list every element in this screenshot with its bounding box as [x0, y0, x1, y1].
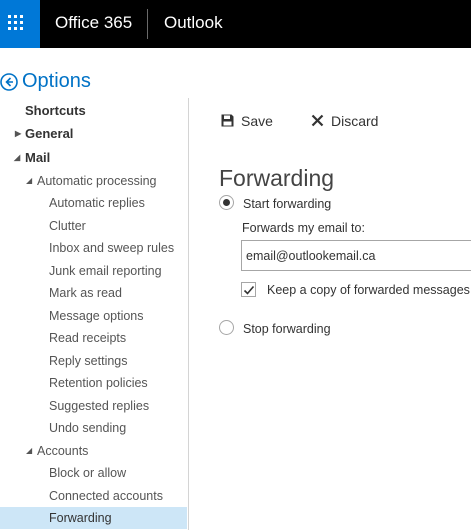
nav-item-label: Retention policies	[49, 376, 148, 390]
app-launcher-button[interactable]	[0, 0, 40, 48]
nav-item-label: Reply settings	[49, 354, 128, 368]
floppy-disk-icon	[221, 114, 234, 127]
nav-item-shortcuts[interactable]: Shortcuts	[0, 100, 187, 122]
nav-item-label: Accounts	[37, 444, 89, 458]
nav-item-label: Junk email reporting	[49, 264, 162, 278]
nav-item-label: Forwarding	[49, 511, 112, 525]
app-name[interactable]: Outlook	[164, 12, 223, 34]
nav-item-mail[interactable]: ◢ Mail	[0, 147, 187, 169]
back-button[interactable]	[0, 73, 18, 91]
nav-item-read-receipts[interactable]: Read receipts	[0, 327, 187, 349]
back-arrow-icon	[0, 73, 18, 91]
nav-item-label: Automatic processing	[37, 174, 157, 188]
forward-to-label: Forwards my email to:	[242, 221, 365, 235]
nav-item-label: Connected accounts	[49, 489, 163, 503]
nav-item-label: Message options	[49, 309, 144, 323]
nav-item-label: Clutter	[49, 219, 86, 233]
start-forwarding-radio[interactable]	[219, 195, 234, 210]
nav-item-retention-policies[interactable]: Retention policies	[0, 372, 187, 394]
nav-item-label: Suggested replies	[49, 399, 150, 413]
page-title: Forwarding	[219, 165, 335, 192]
nav-item-inbox-and-sweep-rules[interactable]: Inbox and sweep rules	[0, 237, 187, 259]
checkmark-icon	[243, 285, 255, 295]
nav-item-label: Mark as read	[49, 286, 122, 300]
nav-item-general[interactable]: ▶ General	[0, 123, 187, 145]
nav-item-mark-as-read[interactable]: Mark as read	[0, 282, 187, 304]
nav-item-undo-sending[interactable]: Undo sending	[0, 417, 187, 439]
nav-item-label: Block or allow	[49, 466, 127, 480]
header-divider	[147, 9, 148, 39]
caret-down-icon: ◢	[26, 176, 33, 185]
nav-item-connected-accounts[interactable]: Connected accounts	[0, 485, 187, 507]
options-nav: Shortcuts ▶ General ◢ Mail ◢ Automatic p…	[0, 100, 188, 530]
close-icon	[311, 114, 324, 127]
keep-copy-label[interactable]: Keep a copy of forwarded messages	[267, 282, 470, 298]
stop-forwarding-label[interactable]: Stop forwarding	[243, 321, 331, 337]
caret-down-icon: ◢	[14, 153, 21, 162]
nav-item-junk-email-reporting[interactable]: Junk email reporting	[0, 260, 187, 282]
nav-item-block-or-allow[interactable]: Block or allow	[0, 462, 187, 484]
discard-button[interactable]: Discard	[311, 110, 391, 132]
nav-item-label: Inbox and sweep rules	[49, 241, 175, 255]
nav-item-reply-settings[interactable]: Reply settings	[0, 350, 187, 372]
save-button[interactable]: Save	[221, 110, 281, 132]
nav-item-automatic-processing[interactable]: ◢ Automatic processing	[0, 170, 187, 192]
nav-item-message-options[interactable]: Message options	[0, 305, 187, 327]
caret-down-icon: ◢	[26, 446, 33, 455]
nav-item-suggested-replies[interactable]: Suggested replies	[0, 395, 187, 417]
nav-item-label: Automatic replies	[49, 196, 145, 210]
nav-item-label: General	[25, 126, 74, 141]
stop-forwarding-radio[interactable]	[219, 320, 234, 335]
nav-item-label: Mail	[25, 150, 51, 165]
radio-selected-dot	[223, 199, 230, 206]
forward-email-input[interactable]	[241, 240, 471, 271]
nav-item-clutter[interactable]: Clutter	[0, 215, 187, 237]
keep-copy-checkbox[interactable]	[241, 282, 256, 297]
save-label: Save	[241, 113, 273, 129]
caret-right-icon: ▶	[15, 129, 22, 138]
nav-divider	[188, 98, 189, 530]
nav-item-label: Read receipts	[49, 331, 127, 345]
top-bar: Office 365 Outlook	[0, 0, 471, 48]
discard-label: Discard	[331, 113, 379, 129]
brand-name[interactable]: Office 365	[55, 12, 132, 34]
nav-item-accounts[interactable]: ◢ Accounts	[0, 440, 187, 462]
options-title[interactable]: Options	[22, 68, 91, 94]
nav-item-automatic-replies[interactable]: Automatic replies	[0, 192, 187, 214]
nav-item-forwarding[interactable]: Forwarding	[0, 507, 187, 529]
start-forwarding-label[interactable]: Start forwarding	[243, 196, 331, 212]
nav-item-label: Undo sending	[49, 421, 127, 435]
nav-item-label: Shortcuts	[25, 103, 86, 118]
